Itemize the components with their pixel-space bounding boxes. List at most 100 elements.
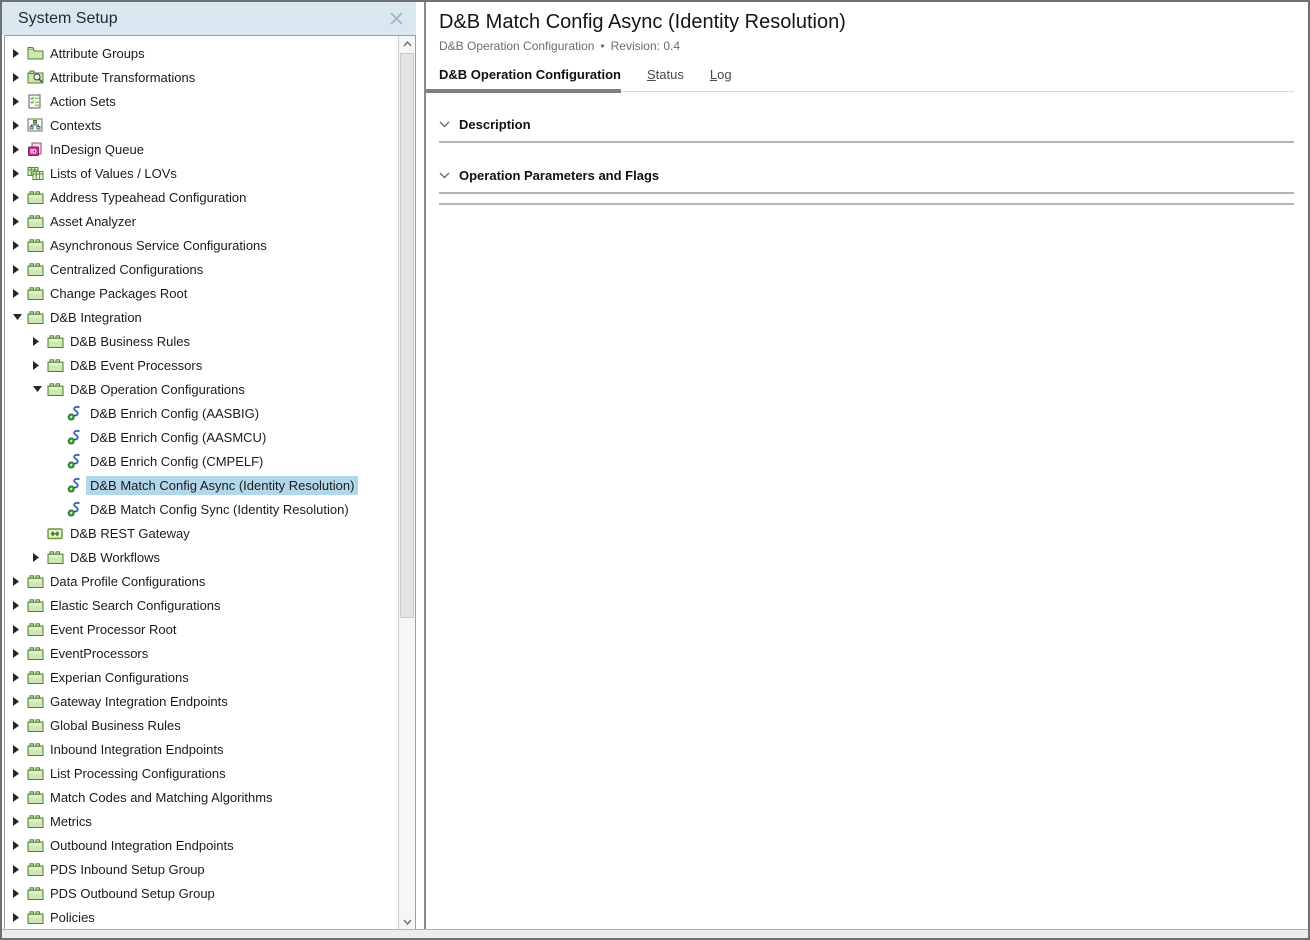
tree-item[interactable]: D&B Operation Configurations: [5, 377, 399, 401]
expand-arrow-icon[interactable]: [13, 265, 27, 274]
tree-item[interactable]: D&B REST Gateway: [5, 521, 399, 545]
tree-item-label: Attribute Transformations: [46, 68, 199, 87]
tree-item-label: D&B Integration: [46, 308, 146, 327]
tab-log[interactable]: Log: [710, 67, 732, 82]
setup-group-icon: [47, 358, 66, 372]
expand-arrow-icon[interactable]: [13, 673, 27, 682]
tree-item[interactable]: List Processing Configurations: [5, 761, 399, 785]
expand-arrow-icon[interactable]: [13, 289, 27, 298]
tree-item-label: D&B Event Processors: [66, 356, 206, 375]
chevron-down-icon[interactable]: [439, 121, 450, 128]
expand-arrow-icon[interactable]: [33, 361, 47, 370]
tree-item-label: Lists of Values / LOVs: [46, 164, 181, 183]
tree-item[interactable]: D&B Enrich Config (CMPELF): [5, 449, 399, 473]
close-icon[interactable]: [389, 11, 404, 26]
tree-item[interactable]: Asynchronous Service Configurations: [5, 233, 399, 257]
expand-arrow-icon[interactable]: [13, 625, 27, 634]
tree-item[interactable]: Elastic Search Configurations: [5, 593, 399, 617]
scroll-down-icon[interactable]: [399, 914, 415, 929]
tree-item-label: Experian Configurations: [46, 668, 193, 687]
expand-arrow-icon[interactable]: [13, 769, 27, 778]
tree-item-label: PDS Inbound Setup Group: [46, 860, 209, 879]
tab-status[interactable]: Status: [647, 67, 684, 82]
system-setup-panel: System Setup Attribute Groups Attribute T…: [2, 2, 416, 930]
tree-item[interactable]: Experian Configurations: [5, 665, 399, 689]
tree-item[interactable]: Outbound Integration Endpoints: [5, 833, 399, 857]
action-sets-icon: [27, 94, 46, 109]
expand-arrow-icon[interactable]: [13, 241, 27, 250]
expand-arrow-icon[interactable]: [13, 97, 27, 106]
panel-header: System Setup: [2, 2, 416, 35]
tree-item[interactable]: Action Sets: [5, 89, 399, 113]
tree-item[interactable]: D&B Workflows: [5, 545, 399, 569]
tree-item[interactable]: D&B Match Config Sync (Identity Resoluti…: [5, 497, 399, 521]
expand-arrow-icon[interactable]: [13, 121, 27, 130]
tree-item[interactable]: Metrics: [5, 809, 399, 833]
expand-arrow-icon[interactable]: [13, 577, 27, 586]
expand-arrow-icon[interactable]: [13, 217, 27, 226]
expand-arrow-icon[interactable]: [13, 793, 27, 802]
collapse-arrow-icon[interactable]: [13, 314, 27, 320]
tree-item[interactable]: Attribute Transformations: [5, 65, 399, 89]
tree-item[interactable]: PDS Outbound Setup Group: [5, 881, 399, 905]
tab-d-b-operation-configuration[interactable]: D&B Operation Configuration: [439, 67, 621, 82]
expand-arrow-icon[interactable]: [13, 169, 27, 178]
tree-item[interactable]: Lists of Values / LOVs: [5, 161, 399, 185]
tree-item[interactable]: Policies: [5, 905, 399, 929]
tree-item[interactable]: D&B Event Processors: [5, 353, 399, 377]
tree-item[interactable]: EventProcessors: [5, 641, 399, 665]
tree-item[interactable]: PDS Inbound Setup Group: [5, 857, 399, 881]
tree-item-label: D&B Match Config Async (Identity Resolut…: [86, 476, 358, 495]
expand-arrow-icon[interactable]: [13, 73, 27, 82]
chevron-down-icon[interactable]: [439, 172, 450, 179]
tree-item[interactable]: Inbound Integration Endpoints: [5, 737, 399, 761]
tree-item[interactable]: Event Processor Root: [5, 617, 399, 641]
collapse-arrow-icon[interactable]: [33, 386, 47, 392]
setup-group-icon: [27, 694, 46, 708]
expand-arrow-icon[interactable]: [13, 193, 27, 202]
expand-arrow-icon[interactable]: [33, 337, 47, 346]
tree-item[interactable]: IDInDesign Queue: [5, 137, 399, 161]
expand-arrow-icon[interactable]: [13, 817, 27, 826]
dnb-config-icon: [67, 501, 86, 517]
expand-arrow-icon[interactable]: [13, 145, 27, 154]
tree-item[interactable]: D&B Integration: [5, 305, 399, 329]
tree-item[interactable]: Attribute Groups: [5, 41, 399, 65]
expand-arrow-icon[interactable]: [13, 841, 27, 850]
tree-item[interactable]: D&B Enrich Config (AASMCU): [5, 425, 399, 449]
folder-search-icon: [27, 70, 46, 84]
expand-arrow-icon[interactable]: [13, 697, 27, 706]
tree-item[interactable]: Match Codes and Matching Algorithms: [5, 785, 399, 809]
scrollbar-thumb[interactable]: [400, 53, 414, 618]
tree-item[interactable]: Gateway Integration Endpoints: [5, 689, 399, 713]
scroll-up-icon[interactable]: [399, 36, 415, 51]
tree-item[interactable]: Global Business Rules: [5, 713, 399, 737]
expand-arrow-icon[interactable]: [13, 889, 27, 898]
tree-item[interactable]: Data Profile Configurations: [5, 569, 399, 593]
tree-item-label: Gateway Integration Endpoints: [46, 692, 232, 711]
tree-item[interactable]: Address Typeahead Configuration: [5, 185, 399, 209]
setup-group-icon: [27, 646, 46, 660]
subtitle-separator: •: [600, 39, 604, 53]
tree-item[interactable]: Centralized Configurations: [5, 257, 399, 281]
tab-bar: D&B Operation Configuration Status Log: [439, 67, 1294, 92]
expand-arrow-icon[interactable]: [13, 601, 27, 610]
tree-item[interactable]: Contexts: [5, 113, 399, 137]
active-tab-underline: [426, 89, 621, 93]
expand-arrow-icon[interactable]: [13, 913, 27, 922]
tree-item[interactable]: Change Packages Root: [5, 281, 399, 305]
page-title: D&B Match Config Async (Identity Resolut…: [439, 11, 1294, 34]
expand-arrow-icon[interactable]: [33, 553, 47, 562]
tree-item[interactable]: Asset Analyzer: [5, 209, 399, 233]
tree-item-label: Global Business Rules: [46, 716, 185, 735]
tree-item[interactable]: D&B Business Rules: [5, 329, 399, 353]
expand-arrow-icon[interactable]: [13, 49, 27, 58]
tree-item[interactable]: D&B Enrich Config (AASBIG): [5, 401, 399, 425]
expand-arrow-icon[interactable]: [13, 649, 27, 658]
tree-item-label: Elastic Search Configurations: [46, 596, 225, 615]
expand-arrow-icon[interactable]: [13, 865, 27, 874]
tree-scrollbar[interactable]: [398, 36, 415, 929]
tree-item[interactable]: D&B Match Config Async (Identity Resolut…: [5, 473, 399, 497]
expand-arrow-icon[interactable]: [13, 721, 27, 730]
expand-arrow-icon[interactable]: [13, 745, 27, 754]
